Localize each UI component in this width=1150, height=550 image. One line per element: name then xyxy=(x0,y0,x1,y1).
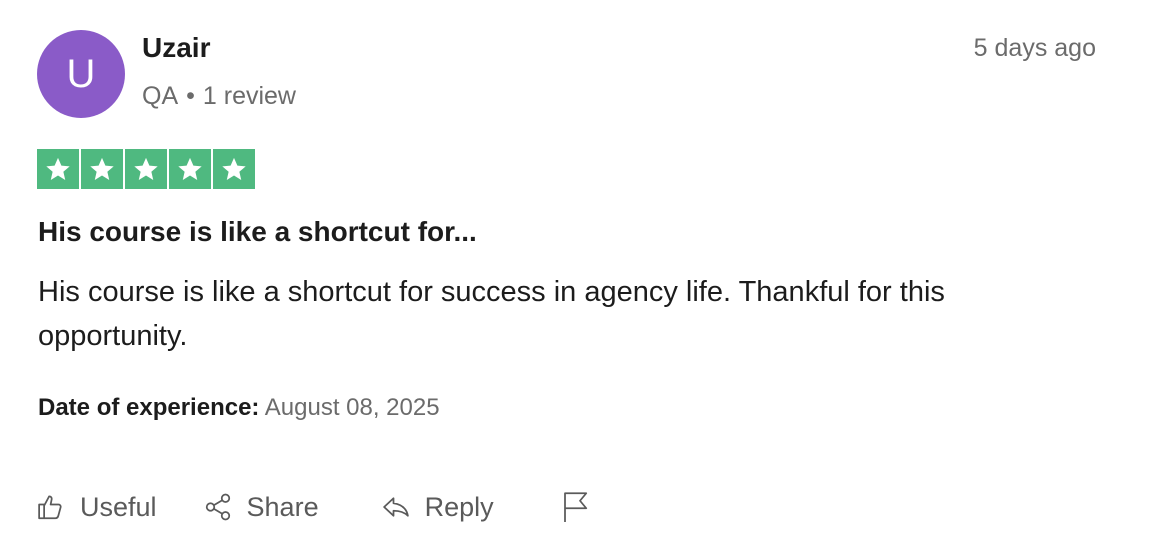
star-icon xyxy=(37,149,79,189)
share-button[interactable]: Share xyxy=(203,492,319,523)
flag-icon xyxy=(560,490,590,524)
star-icon xyxy=(125,149,167,189)
star-icon xyxy=(81,149,123,189)
reply-icon xyxy=(381,492,411,522)
report-button[interactable] xyxy=(560,490,590,524)
useful-label: Useful xyxy=(80,491,157,522)
review-actions: Useful Share Reply xyxy=(36,490,590,524)
avatar-initial: U xyxy=(66,51,96,96)
share-label: Share xyxy=(246,491,319,522)
share-icon xyxy=(203,492,233,522)
star-icon xyxy=(169,149,211,189)
review-body: His course is like a shortcut for succes… xyxy=(38,276,945,352)
reply-button[interactable]: Reply xyxy=(381,492,494,523)
review-title[interactable]: His course is like a shortcut for... xyxy=(38,216,477,248)
thumbs-up-icon xyxy=(36,492,66,522)
experience-date: August 08, 2025 xyxy=(264,394,440,421)
posted-time: 5 days ago xyxy=(973,34,1096,62)
reviewer-country: QA xyxy=(142,82,179,110)
avatar[interactable]: U xyxy=(37,30,125,118)
reviewer-meta: QA • 1 review xyxy=(142,82,296,111)
date-of-experience: Date of experience: August 08, 2025 xyxy=(38,394,440,422)
review-card: U Uzair QA • 1 review 5 days ago His cou… xyxy=(0,0,1150,550)
useful-button[interactable]: Useful xyxy=(36,492,157,523)
reply-label: Reply xyxy=(424,491,494,522)
reviewer-name[interactable]: Uzair xyxy=(142,32,210,64)
review-count: 1 review xyxy=(202,82,296,110)
experience-label: Date of experience: xyxy=(38,394,260,421)
star-rating xyxy=(37,149,255,189)
meta-separator: • xyxy=(186,82,195,110)
star-icon xyxy=(213,149,255,189)
